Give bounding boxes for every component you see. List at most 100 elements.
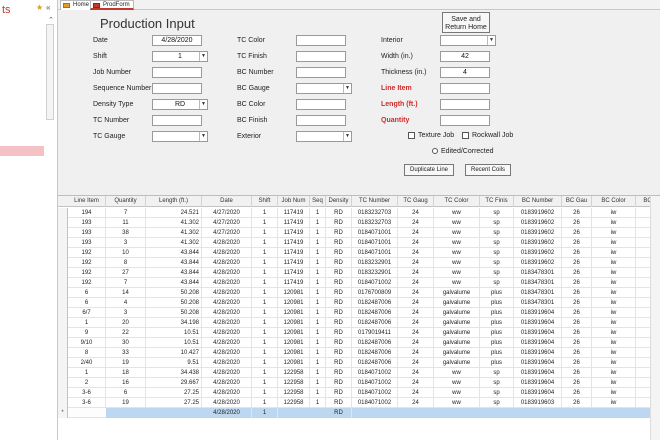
table-cell[interactable]: RD <box>326 278 352 288</box>
table-cell[interactable]: 117419 <box>278 268 310 278</box>
table-cell[interactable]: 1 <box>310 308 326 318</box>
table-cell[interactable]: 1 <box>252 358 278 368</box>
column-header[interactable]: BC Color <box>592 196 636 207</box>
chevron-down-icon[interactable]: ▼ <box>343 132 351 141</box>
column-header[interactable]: Density <box>326 196 352 207</box>
table-cell[interactable]: 1 <box>252 218 278 228</box>
chevron-down-icon[interactable]: ▼ <box>199 100 207 109</box>
table-cell[interactable]: RD <box>326 208 352 218</box>
table-cell[interactable]: 1 <box>252 368 278 378</box>
table-cell[interactable]: 1 <box>252 388 278 398</box>
table-cell[interactable]: galvalume <box>434 318 480 328</box>
table-cell[interactable]: 1 <box>252 378 278 388</box>
table-cell[interactable]: 0184071002 <box>352 378 398 388</box>
table-cell[interactable]: 1 <box>310 268 326 278</box>
new-row-density-cell[interactable]: RD <box>326 408 352 418</box>
table-cell[interactable]: 1 <box>252 258 278 268</box>
table-cell[interactable]: 2/40 <box>68 358 106 368</box>
table-cell[interactable]: RD <box>326 398 352 408</box>
table-cell[interactable]: 6 <box>106 388 146 398</box>
table-cell[interactable]: 4/28/2020 <box>202 348 252 358</box>
table-cell[interactable]: 24 <box>398 328 434 338</box>
table-cell[interactable]: 26 <box>562 268 592 278</box>
table-row[interactable]: 2/40 19 9.51 4/28/2020 1 120981 1 RD 0182487006 2… <box>58 358 660 368</box>
chevron-down-icon[interactable]: ▼ <box>199 132 207 141</box>
row-selector[interactable] <box>58 258 68 268</box>
table-cell[interactable]: 1 <box>252 278 278 288</box>
table-cell[interactable]: 1 <box>310 368 326 378</box>
table-cell[interactable]: 0183478301 <box>514 278 562 288</box>
new-row-date-cell[interactable]: 4/28/2020 <box>202 408 252 418</box>
column-header[interactable]: BC Gau <box>562 196 592 207</box>
table-cell[interactable]: 26 <box>562 208 592 218</box>
table-cell[interactable]: RD <box>326 288 352 298</box>
table-cell[interactable]: iw <box>592 318 636 328</box>
table-cell[interactable]: 24 <box>398 228 434 238</box>
table-cell[interactable]: 4/28/2020 <box>202 338 252 348</box>
table-cell[interactable]: 0183919602 <box>514 258 562 268</box>
table-cell[interactable]: ww <box>434 268 480 278</box>
table-cell[interactable]: sp <box>480 258 514 268</box>
table-row[interactable]: 3-6 6 27.25 4/28/2020 1 122958 1 RD 0184071002 24… <box>58 388 660 398</box>
table-cell[interactable]: 4/27/2020 <box>202 228 252 238</box>
table-cell[interactable]: RD <box>326 308 352 318</box>
table-cell[interactable]: 0184071002 <box>352 278 398 288</box>
table-cell[interactable]: iw <box>592 308 636 318</box>
table-cell[interactable]: 41.302 <box>146 238 202 248</box>
table-cell[interactable]: RD <box>326 228 352 238</box>
table-cell[interactable]: 0184071002 <box>352 388 398 398</box>
job-number-field[interactable] <box>152 67 202 78</box>
new-record-marker[interactable]: * <box>58 408 68 418</box>
table-cell[interactable]: RD <box>326 358 352 368</box>
table-cell[interactable]: iw <box>592 378 636 388</box>
table-cell[interactable]: 43.844 <box>146 268 202 278</box>
table-row[interactable]: 192 8 43.844 4/28/2020 1 117419 1 RD 0183232901 2… <box>58 258 660 268</box>
table-cell[interactable]: 26 <box>562 278 592 288</box>
table-row[interactable]: 193 3 41.302 4/28/2020 1 117419 1 RD 0184071001 2… <box>58 238 660 248</box>
table-cell[interactable]: plus <box>480 338 514 348</box>
table-cell[interactable]: 1 <box>252 298 278 308</box>
table-cell[interactable]: 0183919604 <box>514 348 562 358</box>
table-cell[interactable]: sp <box>480 248 514 258</box>
table-cell[interactable]: 1 <box>310 208 326 218</box>
table-cell[interactable]: 14 <box>106 288 146 298</box>
bc-gauge-combo[interactable]: ▼ <box>296 83 352 94</box>
table-cell[interactable]: plus <box>480 328 514 338</box>
table-cell[interactable]: ww <box>434 378 480 388</box>
table-cell[interactable]: 26 <box>562 288 592 298</box>
table-cell[interactable]: 192 <box>68 268 106 278</box>
table-cell[interactable]: 4/27/2020 <box>202 208 252 218</box>
tab-prodform[interactable]: ProdForm <box>90 0 134 10</box>
table-cell[interactable]: 122958 <box>278 388 310 398</box>
duplicate-line-button[interactable]: Duplicate Line <box>404 164 454 176</box>
table-cell[interactable]: ww <box>434 368 480 378</box>
table-cell[interactable]: 117419 <box>278 238 310 248</box>
table-cell[interactable]: 117419 <box>278 208 310 218</box>
table-cell[interactable]: 26 <box>562 258 592 268</box>
vertical-scrollbar[interactable] <box>650 196 660 440</box>
table-cell[interactable]: 120981 <box>278 298 310 308</box>
table-cell[interactable]: 50.208 <box>146 288 202 298</box>
column-header[interactable]: TC Gaug <box>398 196 434 207</box>
table-cell[interactable]: 16 <box>106 378 146 388</box>
table-cell[interactable]: 1 <box>310 228 326 238</box>
table-cell[interactable]: 9 <box>68 328 106 338</box>
nav-scrollbar[interactable] <box>46 24 54 120</box>
table-cell[interactable]: RD <box>326 328 352 338</box>
table-cell[interactable]: 7 <box>106 278 146 288</box>
shift-combo[interactable]: 1 ▼ <box>152 51 208 62</box>
column-header[interactable]: TC Number <box>352 196 398 207</box>
table-cell[interactable]: 1 <box>252 348 278 358</box>
row-selector[interactable] <box>58 318 68 328</box>
table-cell[interactable]: 117419 <box>278 228 310 238</box>
table-cell[interactable]: 0184071001 <box>352 248 398 258</box>
bc-number-field[interactable] <box>296 67 346 78</box>
table-cell[interactable]: 0183919604 <box>514 358 562 368</box>
tc-color-field[interactable] <box>296 35 346 46</box>
table-cell[interactable]: iw <box>592 228 636 238</box>
table-cell[interactable]: ww <box>434 208 480 218</box>
table-cell[interactable]: iw <box>592 278 636 288</box>
chevron-down-icon[interactable]: ▼ <box>199 52 207 61</box>
table-cell[interactable]: 193 <box>68 228 106 238</box>
table-cell[interactable]: ww <box>434 238 480 248</box>
